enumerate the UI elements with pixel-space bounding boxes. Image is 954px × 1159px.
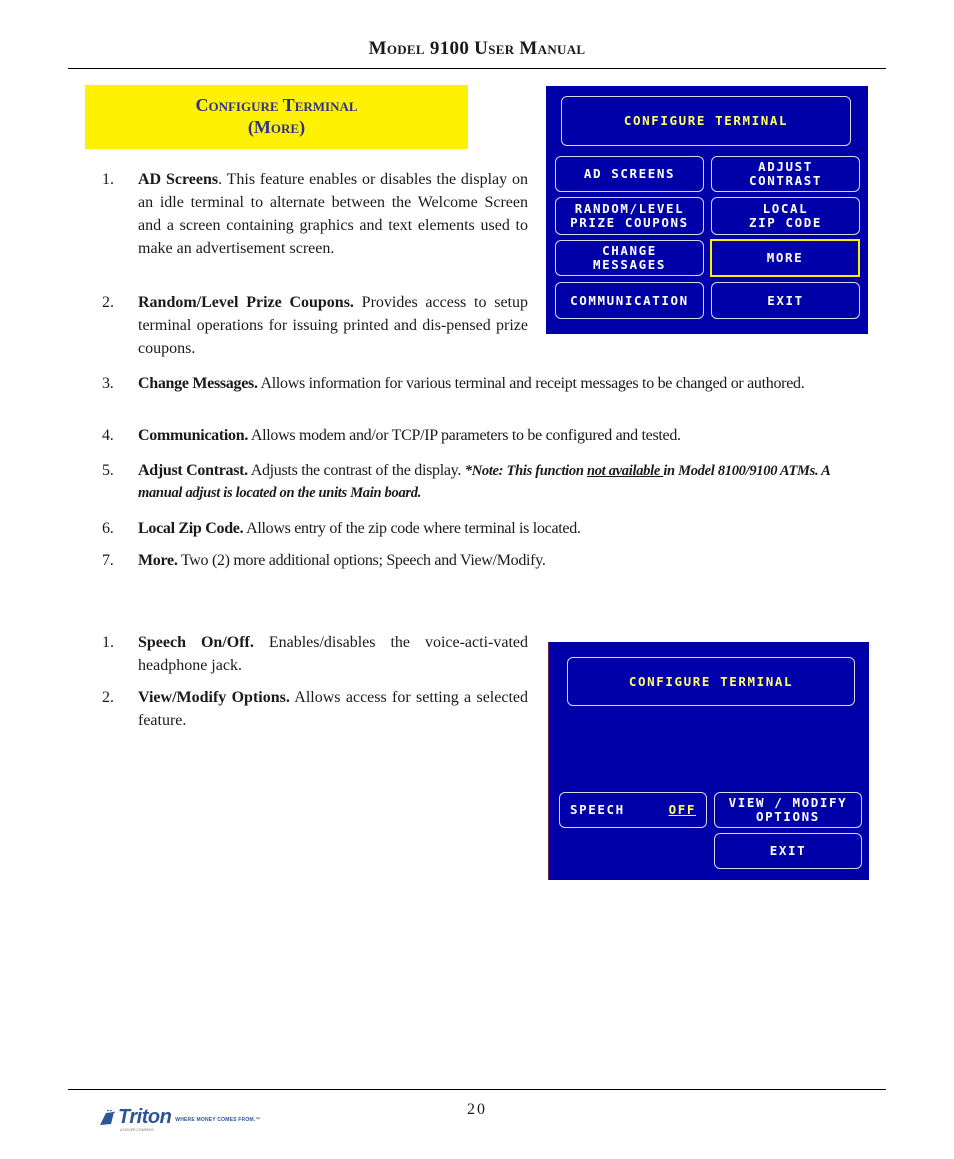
note-text: *Note: This function [464,463,587,479]
ad-screens-button[interactable]: AD SCREENS [555,156,704,192]
screen-title-text: CONFIGURE TERMINAL [628,673,794,689]
list-item-local-zip: 6. Local Zip Code. Allows entry of the z… [102,517,870,540]
list-item-more: 7. More. Two (2) more additional options… [102,549,870,572]
button-label: VIEW / MODIFY [728,795,848,810]
item-text: Allows entry of the zip code where termi… [243,520,581,537]
communication-button[interactable]: COMMUNICATION [555,282,704,319]
list-item-speech: 1. Speech On/Off. Enables/disables the v… [102,631,528,677]
item-label: Random/Level Prize Coupons. [138,294,354,311]
button-label: CHANGE [602,243,657,258]
button-label: ZIP CODE [748,215,822,230]
button-label: OPTIONS [756,809,820,824]
button-label: RANDOM/LEVEL [574,201,685,216]
item-text: Allows modem and/or TCP/IP parameters to… [248,427,681,444]
atm-screen-configure-terminal: CONFIGURE TERMINAL AD SCREENS ADJUST CONT… [546,86,868,334]
list-item-random-level: 2. Random/Level Prize Coupons. Provides … [102,291,528,360]
section-title: Configure Terminal [195,95,358,115]
button-label: COMMUNICATION [570,292,689,308]
item-number: 2. [102,689,114,706]
view-modify-options-button[interactable]: VIEW / MODIFY OPTIONS [714,792,862,828]
item-label: Change Messages. [138,375,258,392]
change-messages-button[interactable]: CHANGE MESSAGES [555,240,704,276]
list-item-communication: 4. Communication. Allows modem and/or TC… [102,424,870,447]
section-title-box: Configure Terminal (More) [85,85,468,149]
item-text: Two (2) more additional options; Speech … [177,552,546,569]
screen-title: CONFIGURE TERMINAL [561,96,851,146]
random-level-prize-coupons-button[interactable]: RANDOM/LEVEL PRIZE COUPONS [555,197,704,235]
item-label: Local Zip Code. [138,520,244,537]
logo-tagline: WHERE MONEY COMES FROM.™ [175,1117,261,1123]
note-underlined: not available [586,463,664,479]
button-label: EXIT [769,843,807,858]
button-label: EXIT [767,292,804,308]
list-item-change-messages: 3. Change Messages. Allows information f… [102,372,870,395]
button-label: CONTRAST [748,173,822,188]
item-number: 6. [102,520,114,537]
triton-logo: Triton WHERE MONEY COMES FROM.™ [98,1106,261,1128]
atm-screen-configure-terminal-more: CONFIGURE TERMINAL SPEECH OFF VIEW / MOD… [548,642,869,880]
speech-toggle-button[interactable]: SPEECH OFF [559,792,707,828]
item-label: View/Modify Options. [138,689,290,706]
item-number: 4. [102,427,114,444]
adjust-contrast-button[interactable]: ADJUST CONTRAST [711,156,860,192]
item-number: 1. [102,171,114,188]
footer-rule [68,1089,886,1090]
header-rule [68,68,886,69]
item-label: Adjust Contrast. [138,462,248,479]
item-label: More. [138,552,178,569]
button-label: LOCAL [762,201,809,216]
item-number: 1. [102,634,114,651]
item-text: Adjusts the contrast of the display. [247,462,465,479]
item-label: AD Screens [138,171,219,188]
list-item-ad-screens: 1. AD Screens. This feature enables or d… [102,168,528,260]
item-label: Communication. [138,427,249,444]
exit-button[interactable]: EXIT [714,833,862,869]
button-label: AD SCREENS [583,166,676,181]
list-item-view-modify: 2. View/Modify Options. Allows access fo… [102,686,528,732]
list-item-adjust-contrast: 5. Adjust Contrast. Adjusts the contrast… [102,460,870,504]
item-number: 2. [102,294,114,311]
button-label: MORE [766,250,804,265]
logo-subtext: A DOVER COMPANY [120,1128,154,1132]
speech-label: SPEECH [570,802,625,817]
item-number: 5. [102,462,114,479]
screen-title-text: CONFIGURE TERMINAL [623,113,789,128]
item-number: 7. [102,552,114,569]
item-text: Allows information for various terminal … [257,375,805,392]
button-label: PRIZE COUPONS [570,215,689,230]
triton-shell-icon [100,1110,116,1125]
button-label: MESSAGES [592,257,666,272]
item-number: 3. [102,375,114,392]
section-subtitle: (More) [247,117,306,137]
logo-wordmark: Triton [118,1106,172,1128]
running-header: Model 9100 User Manual [368,38,586,59]
item-label: Speech On/Off. [138,634,254,651]
more-button[interactable]: MORE [710,239,860,277]
exit-button[interactable]: EXIT [711,282,860,319]
screen-title: CONFIGURE TERMINAL [567,657,855,706]
speech-value: OFF [668,802,696,817]
button-label: ADJUST [758,159,813,174]
local-zip-code-button[interactable]: LOCAL ZIP CODE [711,197,860,235]
